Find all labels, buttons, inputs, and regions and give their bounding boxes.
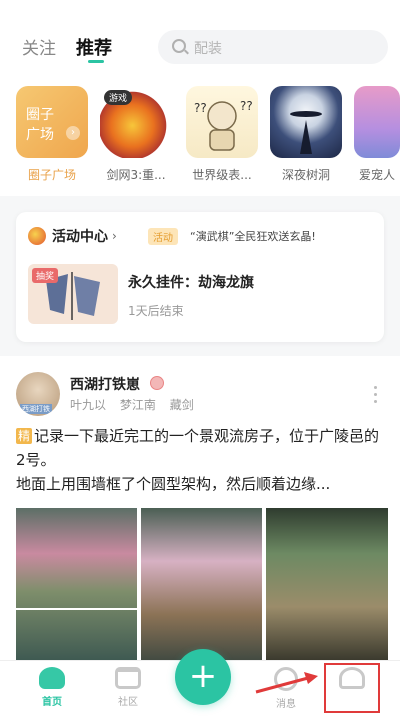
avatar[interactable]: 西湖打铁 <box>16 372 60 416</box>
annotation-arrow <box>255 672 318 694</box>
nav-community[interactable]: 社区 <box>98 667 158 708</box>
user-badge-icon <box>150 376 164 390</box>
tab-follow[interactable]: 关注 <box>22 34 56 59</box>
svg-text:??: ?? <box>240 99 253 113</box>
circle-pets[interactable]: 爱宠人 <box>354 86 400 183</box>
meta-school: 藏剑 <box>169 398 194 412</box>
activity-banner-image: 抽奖 <box>28 264 118 324</box>
tab-recommend[interactable]: 推荐 <box>76 34 112 60</box>
activity-message[interactable]: “演武棋”全民狂欢送玄晶! <box>190 228 316 244</box>
svg-text:??: ?? <box>194 101 207 115</box>
search-icon <box>172 39 186 53</box>
circles-row: 圈子 广场 › 圈子广场 游戏 剑网3:重... ?? ?? 世界级表... 深… <box>0 86 400 186</box>
activity-title: 活动中心 <box>52 229 108 245</box>
activity-card: 活动中心 › 活动 “演武棋”全民狂欢送玄晶! 抽奖 永久挂件：劫海龙旗 1天后… <box>16 212 384 342</box>
feed-post[interactable]: 西湖打铁 西湖打铁崽 叶九以 梦江南 藏剑 精记录一下最近完工的一个景观流房子，… <box>0 360 400 660</box>
circle-night-tree[interactable]: 深夜树洞 <box>270 86 342 183</box>
top-header: 关注 推荐 配装 <box>0 0 400 72</box>
activity-fire-icon <box>28 227 46 245</box>
activity-item-name: 永久挂件：劫海龙旗 <box>128 275 254 291</box>
post-photos <box>16 508 388 660</box>
activity-center-link[interactable]: 活动中心 › <box>28 226 117 246</box>
community-icon <box>115 667 141 689</box>
more-options-icon[interactable] <box>374 386 378 407</box>
search-placeholder: 配装 <box>194 41 222 57</box>
jx3-game-icon: 游戏 <box>100 86 172 158</box>
activity-item[interactable]: 抽奖 永久挂件：劫海龙旗 1天后结束 <box>28 258 372 332</box>
meta-name: 叶九以 <box>70 398 107 412</box>
avatar-stamp: 西湖打铁 <box>20 404 52 414</box>
plaza-thumb-line2: 广场 <box>26 127 54 143</box>
post-body: 精记录一下最近完工的一个景观流房子，位于广陵邑的2号。 地面上用围墙框了个圆型架… <box>16 424 388 496</box>
nav-community-label: 社区 <box>118 697 138 708</box>
search-input[interactable]: 配装 <box>158 30 388 64</box>
draw-badge: 抽奖 <box>32 268 59 283</box>
activity-tag: 活动 <box>148 228 178 245</box>
circle-world-class[interactable]: ?? ?? 世界级表... <box>186 86 258 183</box>
character-illustration: ?? ?? <box>194 99 253 151</box>
figure-silhouette <box>290 111 322 154</box>
circle-label: 剑网3:重... <box>106 168 166 182</box>
create-post-button[interactable]: + <box>175 649 231 705</box>
photo-divider <box>16 608 137 610</box>
post-photo[interactable] <box>266 508 388 660</box>
circle-label: 世界级表... <box>192 168 252 182</box>
activity-item-status: 1天后结束 <box>128 304 184 318</box>
post-author[interactable]: 西湖打铁崽 <box>70 374 140 394</box>
plaza-thumb-line1: 圈子 <box>26 107 54 123</box>
circle-plaza[interactable]: 圈子 广场 › 圈子广场 <box>16 86 88 183</box>
meta-server: 梦江南 <box>119 398 156 412</box>
post-text-line2: 地面上用围墙框了个圆型架构，然后顺着边缘... <box>16 475 331 493</box>
annotation-highlight-box <box>324 663 380 713</box>
plaza-thumb: 圈子 广场 › <box>16 86 88 158</box>
active-tab-indicator <box>88 60 104 63</box>
home-icon <box>39 667 65 689</box>
featured-badge: 精 <box>16 428 33 444</box>
circle-label: 深夜树洞 <box>281 168 330 182</box>
nav-home[interactable]: 首页 <box>22 667 82 708</box>
post-meta: 叶九以 梦江南 藏剑 <box>70 396 204 413</box>
pets-thumb <box>354 86 400 158</box>
chevron-right-icon: › <box>112 229 117 243</box>
game-tag: 游戏 <box>104 90 133 105</box>
circle-jx3[interactable]: 游戏 剑网3:重... <box>100 86 172 183</box>
chevron-right-icon: › <box>66 126 80 140</box>
circle-label: 圈子广场 <box>27 168 76 182</box>
night-moon-thumb <box>270 86 342 158</box>
circle-label: 爱宠人 <box>358 168 395 182</box>
post-photo[interactable] <box>16 508 137 660</box>
post-text-line1: 记录一下最近完工的一个景观流房子，位于广陵邑的2号。 <box>16 427 380 469</box>
cartoon-character-thumb: ?? ?? <box>186 86 258 158</box>
nav-home-label: 首页 <box>42 697 62 708</box>
post-photo[interactable] <box>141 508 262 660</box>
